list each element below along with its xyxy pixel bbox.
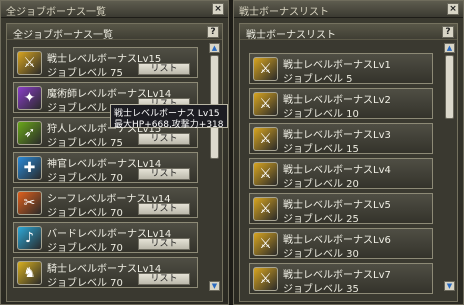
scroll-up-arrow-icon[interactable]: ▲ xyxy=(209,43,220,53)
row-job-level: ジョブレベル 15 xyxy=(283,144,359,155)
row-job-level: ジョブレベル 5 xyxy=(283,74,353,85)
knight-icon-glyph: ♞ xyxy=(23,265,36,281)
list-button[interactable]: リスト xyxy=(138,203,190,215)
warrior-icon: ⚔ xyxy=(17,51,42,75)
tooltip-stats: 最大HP+668,攻撃力+318 xyxy=(114,120,224,130)
row-job-level: ジョブレベル 20 xyxy=(283,179,359,190)
row-title: 戦士レベルボーナスLv1 xyxy=(283,60,391,71)
list-button[interactable]: リスト xyxy=(138,63,190,75)
window-titlebar[interactable]: 戦士ボーナスリスト × xyxy=(234,1,463,18)
warrior-bonus-list: ⚔ 戦士レベルボーナスLv1 ジョブレベル 5 ⚔ 戦士レベルボーナスLv2 ジョブレベル… xyxy=(240,41,457,301)
knight-icon: ♞ xyxy=(17,261,42,285)
hunter-icon: ➶ xyxy=(17,121,42,145)
scroll-up-arrow-icon[interactable]: ▲ xyxy=(444,43,455,53)
priest-icon-glyph: ✚ xyxy=(23,160,36,176)
bard-icon-glyph: ♪ xyxy=(25,230,34,246)
warrior-icon: ⚔ xyxy=(253,232,278,256)
row-job-level: ジョブレベル 75 xyxy=(47,138,123,149)
warrior-icon-glyph: ⚔ xyxy=(259,271,272,287)
scrollbar[interactable]: ▲ ▼ xyxy=(209,43,221,301)
mage-icon-glyph: ✦ xyxy=(23,90,36,106)
row-job-level: ジョブレベル 35 xyxy=(283,284,359,295)
mage-icon: ✦ xyxy=(17,86,42,110)
warrior-bonus-row[interactable]: ⚔ 戦士レベルボーナスLv4 ジョブレベル 20 xyxy=(249,158,433,190)
window-titlebar[interactable]: 全ジョブボーナス一覧 × xyxy=(1,1,228,18)
warrior-icon-glyph: ⚔ xyxy=(259,236,272,252)
job-bonus-row[interactable]: ✂ シーフレベルボーナスLv14 ジョブレベル 70 リスト xyxy=(13,187,198,219)
warrior-icon: ⚔ xyxy=(253,162,278,186)
help-button[interactable]: ? xyxy=(207,26,219,38)
warrior-icon: ⚔ xyxy=(253,127,278,151)
panel-header: 戦士ボーナスリスト ? xyxy=(240,24,457,41)
warrior-icon-glyph: ⚔ xyxy=(259,131,272,147)
job-bonus-panel: 全ジョブボーナス一覧 ? ⚔ 戦士レベルボーナスLv15 ジョブレベル 75 リスト ✦… xyxy=(6,23,223,302)
panel-header: 全ジョブボーナス一覧 ? xyxy=(7,24,222,41)
warrior-bonus-row[interactable]: ⚔ 戦士レベルボーナスLv3 ジョブレベル 15 xyxy=(249,123,433,155)
row-job-level: ジョブレベル 10 xyxy=(283,109,359,120)
warrior-icon-glyph: ⚔ xyxy=(259,96,272,112)
list-button[interactable]: リスト xyxy=(138,238,190,250)
warrior-bonus-row[interactable]: ⚔ 戦士レベルボーナスLv6 ジョブレベル 30 xyxy=(249,228,433,260)
row-title: 戦士レベルボーナスLv5 xyxy=(283,200,391,211)
list-button[interactable]: リスト xyxy=(138,133,190,145)
row-title: 戦士レベルボーナスLv4 xyxy=(283,165,391,176)
warrior-icon-glyph: ⚔ xyxy=(23,55,36,71)
warrior-icon-glyph: ⚔ xyxy=(259,61,272,77)
job-bonus-row[interactable]: ⚔ 戦士レベルボーナスLv15 ジョブレベル 75 リスト xyxy=(13,47,198,79)
row-job-level: ジョブレベル 25 xyxy=(283,214,359,225)
list-button[interactable]: リスト xyxy=(138,168,190,180)
row-title: 戦士レベルボーナスLv3 xyxy=(283,130,391,141)
window-title: 全ジョブボーナス一覧 xyxy=(6,7,106,18)
row-job-level: ジョブレベル 70 xyxy=(47,278,123,289)
scroll-down-arrow-icon[interactable]: ▼ xyxy=(209,281,220,291)
warrior-bonus-panel: 戦士ボーナスリスト ? ⚔ 戦士レベルボーナスLv1 ジョブレベル 5 ⚔ 戦士レベルボ… xyxy=(239,23,458,302)
warrior-icon: ⚔ xyxy=(253,197,278,221)
job-bonus-list: ⚔ 戦士レベルボーナスLv15 ジョブレベル 75 リスト ✦ 魔術師レベルボーナスLv1… xyxy=(7,41,222,301)
row-title: 戦士レベルボーナスLv2 xyxy=(283,95,391,106)
job-bonus-row[interactable]: ♪ バードレベルボーナスLv14 ジョブレベル 70 リスト xyxy=(13,222,198,254)
priest-icon: ✚ xyxy=(17,156,42,180)
scroll-thumb[interactable] xyxy=(445,55,454,119)
bard-icon: ♪ xyxy=(17,226,42,250)
row-job-level: ジョブレベル 75 xyxy=(47,68,123,79)
thief-icon: ✂ xyxy=(17,191,42,215)
warrior-bonus-row[interactable]: ⚔ 戦士レベルボーナスLv2 ジョブレベル 10 xyxy=(249,88,433,120)
list-button[interactable]: リスト xyxy=(138,273,190,285)
window-title: 戦士ボーナスリスト xyxy=(239,7,329,18)
hunter-icon-glyph: ➶ xyxy=(23,125,36,141)
warrior-bonus-row[interactable]: ⚔ 戦士レベルボーナスLv1 ジョブレベル 5 xyxy=(249,53,433,85)
row-job-level: ジョブレベル 70 xyxy=(47,243,123,254)
warrior-bonus-row[interactable]: ⚔ 戦士レベルボーナスLv7 ジョブレベル 35 xyxy=(249,263,433,295)
warrior-icon-glyph: ⚔ xyxy=(259,166,272,182)
job-bonus-list-window: 全ジョブボーナス一覧 × 全ジョブボーナス一覧 ? ⚔ 戦士レベルボーナスLv15… xyxy=(0,0,229,305)
row-title: 戦士レベルボーナスLv7 xyxy=(283,270,391,281)
warrior-bonus-row[interactable]: ⚔ 戦士レベルボーナスLv5 ジョブレベル 25 xyxy=(249,193,433,225)
warrior-icon: ⚔ xyxy=(253,267,278,291)
close-button[interactable]: × xyxy=(447,3,459,15)
row-job-level: ジョブレベル 30 xyxy=(283,249,359,260)
scrollbar[interactable]: ▲ ▼ xyxy=(444,43,456,301)
warrior-bonus-list-window: 戦士ボーナスリスト × 戦士ボーナスリスト ? ⚔ 戦士レベルボーナスLv1 ジョブ… xyxy=(233,0,464,305)
job-bonus-row[interactable]: ✚ 神官レベルボーナスLv14 ジョブレベル 70 リスト xyxy=(13,152,198,184)
close-button[interactable]: × xyxy=(212,3,224,15)
panel-header-title: 戦士ボーナスリスト xyxy=(246,30,336,41)
warrior-icon-glyph: ⚔ xyxy=(259,201,272,217)
warrior-icon: ⚔ xyxy=(253,92,278,116)
warrior-icon: ⚔ xyxy=(253,57,278,81)
bonus-tooltip: 戦士レベルボーナス Lv15 最大HP+668,攻撃力+318 xyxy=(110,104,228,130)
job-bonus-row[interactable]: ♞ 騎士レベルボーナスLv14 ジョブレベル 70 リスト xyxy=(13,257,198,289)
row-job-level: ジョブレベル 70 xyxy=(47,208,123,219)
scroll-down-arrow-icon[interactable]: ▼ xyxy=(444,281,455,291)
help-button[interactable]: ? xyxy=(442,26,454,38)
row-title: 戦士レベルボーナスLv6 xyxy=(283,235,391,246)
panel-header-title: 全ジョブボーナス一覧 xyxy=(13,30,113,41)
row-job-level: ジョブレベル 70 xyxy=(47,173,123,184)
thief-icon-glyph: ✂ xyxy=(23,195,36,211)
